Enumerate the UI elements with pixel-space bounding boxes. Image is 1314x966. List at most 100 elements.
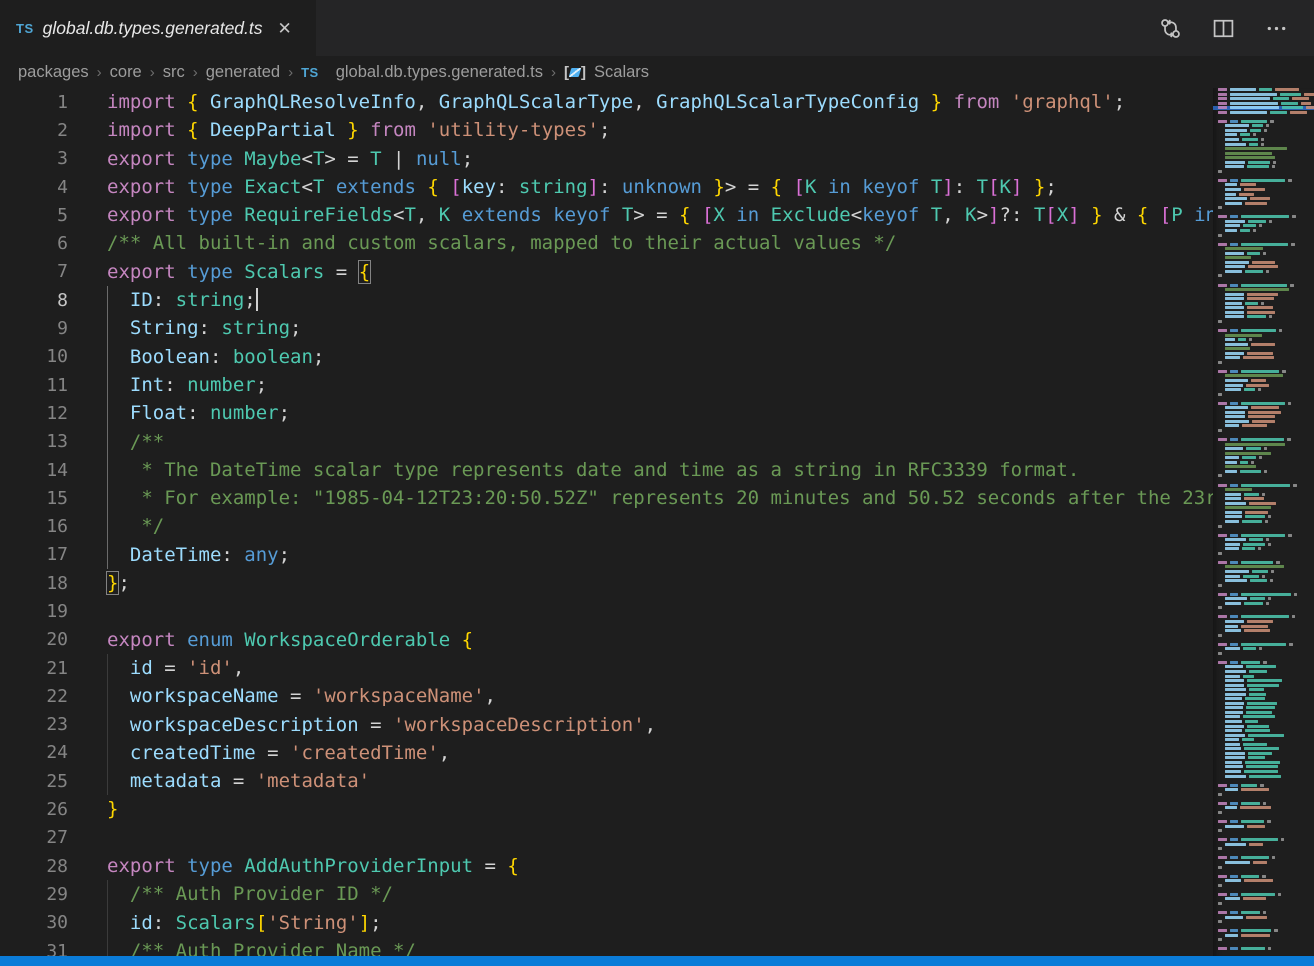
code-line[interactable]: 20export enum WorkspaceOrderable { [0,626,1213,654]
open-changes-icon[interactable] [1159,17,1182,40]
code-line[interactable]: 27 [0,824,1213,852]
minimap-line [1213,502,1314,505]
minimap-line [1213,97,1314,100]
code-line[interactable]: 29 /** Auth Provider ID */ [0,880,1213,908]
code-text: }; [107,569,130,597]
code-line[interactable]: 14 * The DateTime scalar type represents… [0,456,1213,484]
code-line[interactable]: 28export type AddAuthProviderInput = { [0,852,1213,880]
code-line[interactable]: 2import { DeepPartial } from 'utility-ty… [0,116,1213,144]
breadcrumb-item-generated[interactable]: generated [206,63,280,82]
code-line[interactable]: 22 workspaceName = 'workspaceName', [0,682,1213,710]
minimap-gap [1213,611,1314,614]
code-text: createdTime = 'createdTime', [107,739,450,767]
minimap-line [1213,193,1314,196]
indent-guide [107,343,108,371]
code-line[interactable]: 15 * For example: "1985-04-12T23:20:50.5… [0,484,1213,512]
minimap-line [1213,461,1314,464]
editor[interactable]: 1import { GraphQLResolveInfo, GraphQLSca… [0,88,1314,956]
code-line[interactable]: 3export type Maybe<T> = T | null; [0,145,1213,173]
minimap-line [1213,120,1314,123]
editor-actions [1159,0,1314,56]
code-line[interactable]: 17 DateTime: any; [0,541,1213,569]
code-line[interactable]: 16 */ [0,512,1213,540]
code-line[interactable]: 7export type Scalars = { [0,258,1213,286]
line-number: 22 [0,686,68,707]
minimap-line [1213,88,1314,91]
minimap-line [1213,775,1314,778]
code-line[interactable]: 23 workspaceDescription = 'workspaceDesc… [0,711,1213,739]
minimap-line [1213,697,1314,700]
code-line[interactable]: 11 Int: number; [0,371,1213,399]
code-line[interactable]: 5export type RequireFields<T, K extends … [0,201,1213,229]
breadcrumb-item-core[interactable]: core [110,63,142,82]
minimap-line [1213,374,1314,377]
minimap-line [1213,702,1314,705]
line-number: 25 [0,771,68,792]
minimap-gap [1213,211,1314,214]
code-area[interactable]: 1import { GraphQLResolveInfo, GraphQLSca… [0,88,1213,956]
code-line[interactable]: 9 String: string; [0,314,1213,342]
code-line[interactable]: 18}; [0,569,1213,597]
tab-global-db-types-generated[interactable]: TS global.db.types.generated.ts ✕ [0,0,316,56]
minimap-line [1213,515,1314,518]
code-text: DateTime: any; [107,541,290,569]
line-number: 12 [0,403,68,424]
code-line[interactable]: 12 Float: number; [0,399,1213,427]
line-number: 15 [0,488,68,509]
line-number: 17 [0,544,68,565]
minimap-line [1213,534,1314,537]
minimap-line [1213,679,1314,682]
breadcrumb-item-src[interactable]: src [163,63,185,82]
minimap-line [1213,111,1314,114]
close-icon[interactable]: ✕ [278,20,292,37]
indent-guide [107,399,108,427]
indent-guide [107,937,108,956]
code-line[interactable]: 10 Boolean: boolean; [0,343,1213,371]
minimap-line [1213,243,1314,246]
code-text: export type Exact<T extends { [key: stri… [107,173,1057,201]
minimap-line [1213,288,1314,291]
split-editor-icon[interactable] [1212,17,1235,40]
code-line[interactable]: 31 /** Auth Provider Name */ [0,937,1213,956]
code-line[interactable]: 8 ID: string; [0,286,1213,314]
code-line[interactable]: 25 metadata = 'metadata' [0,767,1213,795]
minimap-line [1213,825,1314,828]
code-text: /** [107,428,164,456]
minimap-line [1213,911,1314,914]
code-line[interactable]: 24 createdTime = 'createdTime', [0,739,1213,767]
: [ [564,64,569,81]
minimap-line [1213,320,1314,323]
code-line[interactable]: 6/** All built-in and custom scalars, ma… [0,229,1213,257]
minimap[interactable] [1213,88,1314,956]
indent-guide [107,682,108,710]
code-line[interactable]: 21 id = 'id', [0,654,1213,682]
minimap-line [1213,884,1314,887]
minimap-line [1213,488,1314,491]
code-line[interactable]: 30 id: Scalars['String']; [0,909,1213,937]
minimap-line [1213,470,1314,473]
minimap-line [1213,415,1314,418]
minimap-line [1213,261,1314,264]
code-line[interactable]: 26} [0,795,1213,823]
more-actions-icon[interactable] [1265,17,1288,40]
minimap-line [1213,652,1314,655]
minimap-line [1213,806,1314,809]
line-number: 5 [0,205,68,226]
code-text: /** Auth Provider ID */ [107,880,393,908]
minimap-line [1213,124,1314,127]
code-line[interactable]: 1import { GraphQLResolveInfo, GraphQLSca… [0,88,1213,116]
breadcrumb-item-packages[interactable]: packages [18,63,89,82]
minimap-line [1213,147,1314,150]
line-number: 30 [0,912,68,933]
minimap-line [1213,688,1314,691]
code-line[interactable]: 13 /** [0,428,1213,456]
code-text: */ [107,512,164,540]
code-line[interactable]: 4export type Exact<T extends { [key: str… [0,173,1213,201]
line-number: 13 [0,431,68,452]
minimap-line [1213,429,1314,432]
breadcrumb-symbol[interactable]: []Scalars [564,63,649,82]
breadcrumb-file[interactable]: TSglobal.db.types.generated.ts [301,63,543,82]
code-line[interactable]: 19 [0,597,1213,625]
minimap-line [1213,561,1314,564]
minimap-line [1213,711,1314,714]
